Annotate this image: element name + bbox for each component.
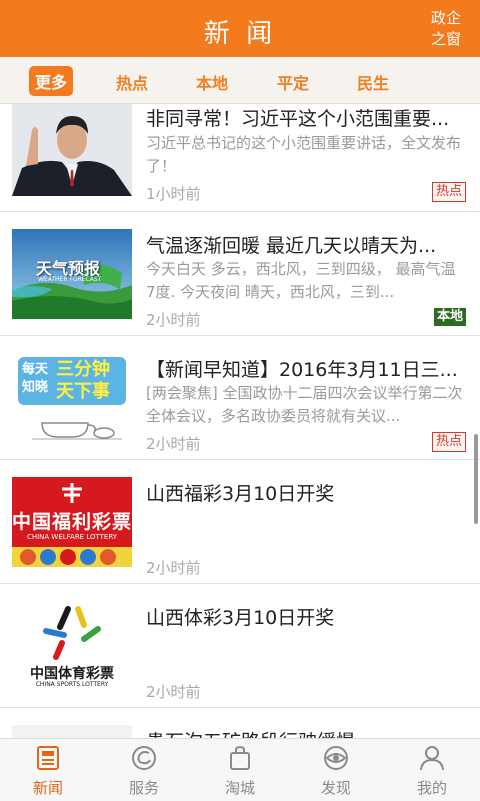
tab-label: 服务: [128, 779, 159, 797]
news-item[interactable]: 中国体育彩票 CHINA SPORTS LOTTERY 山西体彩3月10日开奖 …: [0, 584, 480, 708]
news-time: 2小时前: [146, 683, 201, 701]
local-tag: 本地: [433, 308, 466, 326]
tab-shopping[interactable]: 淘城: [192, 739, 288, 801]
news-title: 山西体彩3月10日开奖: [146, 607, 335, 629]
weather-logo-subtext: WEATHER FORECAST: [38, 276, 102, 283]
news-item[interactable]: 中国福利彩票 CHINA WELFARE LOTTERY 山西福彩3月10日开奖…: [0, 460, 480, 584]
category-more[interactable]: 更多: [29, 66, 74, 96]
page-title: 新 闻: [203, 19, 277, 49]
news-time: 2小时前: [146, 559, 201, 577]
category-hot[interactable]: 热点: [116, 70, 148, 94]
news-summary: 今天白天 多云，西北风，三到四级， 最高气温 7度. 今天夜间 晴天，西北风，三…: [146, 260, 456, 301]
news-time: 2小时前: [146, 435, 201, 453]
news-summary: [两会聚焦] 全国政协十二届四次会议举行第二次全体会议，多名政协委员将就有关议.…: [146, 384, 463, 425]
gov-window-link[interactable]: 政企 之窗: [426, 8, 466, 50]
bottom-tab-bar: 新闻 服务 淘城 发现 我的: [0, 738, 480, 801]
news-item[interactable]: 非同寻常！习近平这个小范围重要... 习近平总书记的这个小范围重要讲话，全文发布…: [0, 104, 480, 212]
sports-lottery-logo-subtext: CHINA SPORTS LOTTERY: [35, 681, 109, 688]
tab-mine[interactable]: 我的: [384, 739, 480, 801]
news-time: 2小时前: [146, 311, 201, 329]
welfare-lottery-logo-text: 中国福利彩票: [12, 511, 132, 533]
sports-lottery-logo-text: 中国体育彩票: [30, 666, 114, 682]
service-icon: [132, 746, 156, 770]
news-title: 山西福彩3月10日开奖: [146, 483, 335, 505]
news-time: 1小时前: [146, 185, 201, 203]
user-icon: [420, 746, 444, 771]
tab-discover[interactable]: 发现: [288, 739, 384, 801]
news-icon: [37, 746, 59, 770]
news-summary: 习近平总书记的这个小范围重要讲话，全文发布了！: [146, 134, 462, 175]
category-bar: 更多 热点 本地 平定 民生: [0, 57, 480, 104]
tab-service[interactable]: 服务: [96, 739, 192, 801]
welfare-lottery-logo-subtext: CHINA WELFARE LOTTERY: [26, 533, 118, 541]
news-title: 【新闻早知道】2016年3月11日三...: [146, 359, 458, 381]
news-list[interactable]: 非同寻常！习近平这个小范围重要... 习近平总书记的这个小范围重要讲话，全文发布…: [0, 104, 480, 738]
discover-icon: [324, 746, 348, 770]
category-livelihood[interactable]: 民生: [357, 70, 389, 94]
thumb-text-main: 三分钟 天下事: [56, 359, 110, 402]
hot-tag: 热点: [431, 432, 466, 452]
tab-news[interactable]: 新闻: [0, 739, 96, 801]
news-thumbnail: [12, 725, 132, 738]
news-thumbnail: 每天 知晓 三分钟 天下事: [12, 353, 132, 443]
tab-label: 我的: [416, 779, 447, 797]
list-scrollbar[interactable]: [474, 434, 478, 524]
tab-label: 新闻: [32, 779, 63, 797]
app-header: 新 闻 政企 之窗: [0, 0, 480, 57]
tab-label: 淘城: [224, 779, 255, 797]
news-thumbnail: 中国福利彩票 CHINA WELFARE LOTTERY: [12, 477, 132, 567]
category-local[interactable]: 本地: [196, 70, 228, 94]
hot-tag: 热点: [431, 182, 466, 202]
shopping-bag-icon: [230, 745, 250, 770]
category-pingding[interactable]: 平定: [277, 70, 309, 94]
news-title: 非同寻常！习近平这个小范围重要...: [146, 108, 450, 130]
news-item[interactable]: 贵石沟五矿路段行驶缓慢: [0, 708, 480, 738]
thumb-text-daily: 每天 知晓: [22, 362, 49, 395]
news-thumbnail: 天气预报 WEATHER FORECAST: [12, 229, 132, 319]
news-item[interactable]: 天气预报 WEATHER FORECAST 气温逐渐回暖 最近几天以晴天为...…: [0, 212, 480, 336]
news-title: 贵石沟五矿路段行驶缓慢: [146, 727, 464, 738]
news-thumbnail: 中国体育彩票 CHINA SPORTS LOTTERY: [12, 601, 132, 691]
news-title: 气温逐渐回暖 最近几天以晴天为...: [146, 235, 437, 257]
news-thumbnail: [12, 104, 132, 196]
news-item[interactable]: 每天 知晓 三分钟 天下事 【新闻早知道】2016年3月11日三... [两会聚…: [0, 336, 480, 460]
tab-label: 发现: [320, 779, 351, 797]
